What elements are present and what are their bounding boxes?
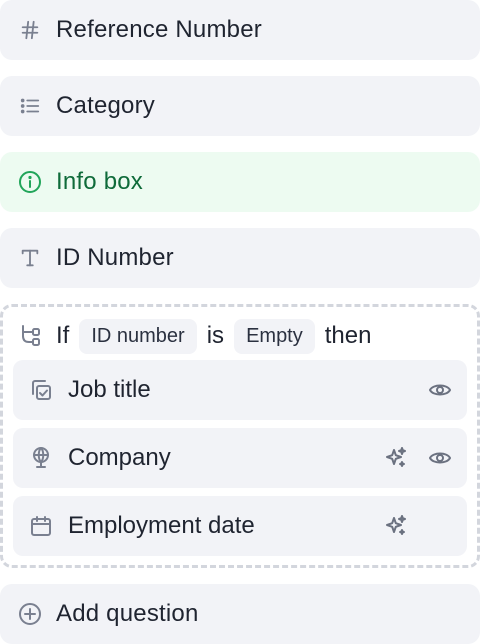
eye-icon[interactable] bbox=[427, 377, 453, 403]
condition-if-text: If bbox=[56, 322, 70, 349]
field-label: ID Number bbox=[56, 244, 174, 271]
globe-pin-icon bbox=[29, 446, 53, 470]
conditional-block: If ID number is Empty then Job title Com… bbox=[0, 304, 480, 568]
sparkle-icon[interactable] bbox=[383, 445, 409, 471]
condition-then-text: then bbox=[324, 322, 372, 349]
list-icon bbox=[18, 94, 42, 118]
add-question-button[interactable]: Add question bbox=[0, 584, 480, 644]
field-id-number[interactable]: ID Number bbox=[0, 228, 480, 288]
field-reference-number[interactable]: Reference Number bbox=[0, 0, 480, 60]
hash-icon bbox=[18, 18, 42, 42]
condition-is-text: is bbox=[206, 322, 225, 349]
sub-field-label: Company bbox=[68, 444, 171, 471]
condition-value-chip[interactable]: Empty bbox=[234, 318, 315, 354]
copy-check-icon bbox=[29, 378, 53, 402]
field-label: Category bbox=[56, 92, 155, 119]
branch-icon bbox=[19, 323, 43, 347]
field-category[interactable]: Category bbox=[0, 76, 480, 136]
sub-field-company[interactable]: Company bbox=[13, 428, 467, 488]
field-label: Reference Number bbox=[56, 16, 262, 43]
field-info-box[interactable]: Info box bbox=[0, 152, 480, 212]
sub-field-job-title[interactable]: Job title bbox=[13, 360, 467, 420]
condition-field-chip[interactable]: ID number bbox=[79, 318, 197, 354]
calendar-icon bbox=[29, 514, 53, 538]
info-icon bbox=[18, 170, 42, 194]
condition-header[interactable]: If ID number is Empty then bbox=[3, 307, 477, 363]
sub-field-employment-date[interactable]: Employment date bbox=[13, 496, 467, 556]
text-icon bbox=[18, 246, 42, 270]
plus-circle-icon bbox=[18, 602, 42, 626]
field-label: Info box bbox=[56, 168, 143, 195]
sparkle-icon[interactable] bbox=[383, 513, 409, 539]
eye-icon[interactable] bbox=[427, 445, 453, 471]
add-question-label: Add question bbox=[56, 600, 199, 627]
sub-field-label: Job title bbox=[68, 376, 151, 403]
sub-field-label: Employment date bbox=[68, 512, 255, 539]
